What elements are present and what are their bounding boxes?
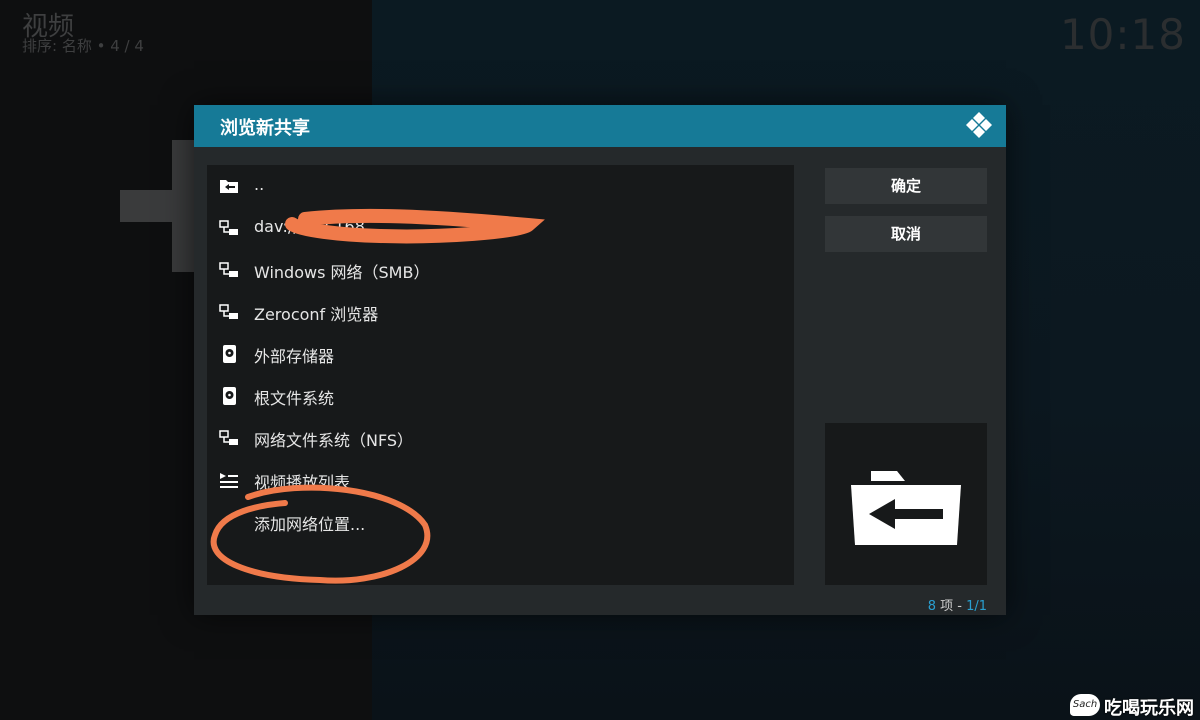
list-item-zeroconf[interactable]: Zeroconf 浏览器: [207, 291, 794, 333]
dialog-header: 浏览新共享: [194, 105, 1006, 147]
list-item-parent[interactable]: ..: [207, 165, 794, 207]
list-item-label: 根文件系统: [254, 389, 335, 408]
browse-share-dialog: 浏览新共享 .. dav://192.168.… Windows 网络（SMB）…: [194, 105, 1006, 615]
source-list: .. dav://192.168.… Windows 网络（SMB） Zeroc…: [207, 165, 794, 585]
clock: 10:18: [1059, 10, 1186, 59]
folder-back-icon: [220, 180, 238, 193]
network-icon: [219, 262, 238, 277]
cancel-button[interactable]: 取消: [825, 216, 987, 252]
playlist-icon: [220, 473, 238, 488]
network-icon: [219, 220, 238, 235]
item-count: 8 项 - 1/1: [928, 595, 987, 614]
list-item-dav[interactable]: dav://192.168.…: [207, 207, 794, 249]
watermark-text: 吃喝玩乐网: [1104, 698, 1194, 719]
dialog-title: 浏览新共享: [220, 118, 310, 139]
list-item-video-playlist[interactable]: 视频播放列表: [207, 459, 794, 501]
list-item-label: 视频播放列表: [254, 473, 351, 492]
list-item-label: Windows 网络（SMB）: [254, 263, 430, 282]
list-item-label: 外部存储器: [254, 347, 335, 366]
page-indicator: 1/1: [966, 599, 987, 614]
network-icon: [219, 430, 238, 445]
list-item-label: 添加网络位置...: [254, 515, 366, 534]
item-count-number: 8: [927, 599, 936, 614]
item-thumbnail: [825, 423, 987, 585]
network-icon: [219, 304, 238, 319]
item-count-word: 项 -: [935, 599, 967, 614]
watermark-logo: Sach: [1070, 694, 1100, 716]
list-item-add-network-location[interactable]: 添加网络位置...: [207, 501, 794, 543]
list-item-label: Zeroconf 浏览器: [254, 305, 379, 324]
list-item-label: dav://192.168.…: [254, 217, 386, 236]
kodi-logo-icon: [966, 112, 992, 138]
list-item-label: ..: [254, 175, 265, 194]
sort-indicator: 排序: 名称 • 4 / 4: [22, 37, 144, 55]
list-item-nfs[interactable]: 网络文件系统（NFS）: [207, 417, 794, 459]
list-item-root-fs[interactable]: 根文件系统: [207, 375, 794, 417]
folder-back-icon: [851, 471, 961, 545]
hard-drive-icon: [223, 387, 236, 405]
list-item-smb[interactable]: Windows 网络（SMB）: [207, 249, 794, 291]
add-source-plus-icon-bar: [120, 190, 200, 222]
ok-button[interactable]: 确定: [825, 168, 987, 204]
list-item-label: 网络文件系统（NFS）: [254, 431, 414, 450]
hard-drive-icon: [223, 345, 236, 363]
list-item-external-storage[interactable]: 外部存储器: [207, 333, 794, 375]
